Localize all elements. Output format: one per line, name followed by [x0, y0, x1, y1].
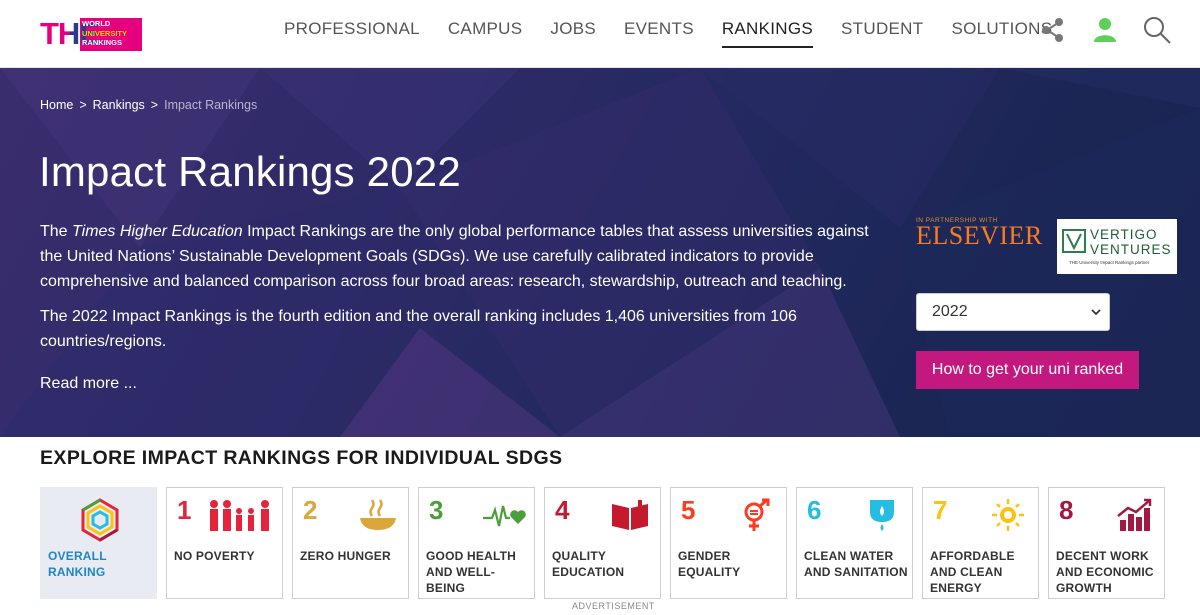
overall-ranking-icon — [81, 498, 119, 542]
tile-number: 1 — [177, 495, 192, 525]
year-select[interactable]: 2022 — [916, 293, 1110, 331]
tile-label: CLEAN WATER AND SANITATION — [804, 549, 908, 579]
hero-edition-text: The 2022 Impact Rankings is the fourth e… — [40, 308, 797, 350]
breadcrumb-separator: > — [150, 98, 159, 112]
hero-banner: Home > Rankings > Impact Rankings Impact… — [0, 68, 1200, 437]
sdg-tile-6[interactable]: 6 CLEAN WATER AND SANITATION — [796, 487, 913, 599]
main-nav: PROFESSIONAL CAMPUS JOBS EVENTS RANKINGS… — [270, 0, 1066, 68]
nav-campus[interactable]: CAMPUS — [434, 0, 537, 68]
nav-student[interactable]: STUDENT — [827, 0, 937, 68]
gender-icon — [744, 498, 770, 531]
breadcrumb: Home > Rankings > Impact Rankings — [40, 98, 257, 112]
read-more-link[interactable]: Read more ... — [40, 375, 137, 393]
tile-label: GOOD HEALTH AND WELL-BEING — [426, 549, 516, 595]
tile-number: 7 — [933, 495, 948, 525]
user-icon[interactable] — [1090, 15, 1120, 45]
heartbeat-icon — [483, 505, 526, 527]
tile-number: 8 — [1059, 495, 1074, 525]
tile-number: 2 — [303, 495, 318, 525]
breadcrumb-separator: > — [79, 98, 87, 112]
tile-label: AFFORDABLE AND CLEAN ENERGY — [930, 549, 1015, 595]
tile-label: ZERO HUNGER — [300, 549, 391, 563]
nav-rankings[interactable]: RANKINGS — [708, 0, 827, 68]
tile-label: GENDER EQUALITY — [678, 549, 741, 579]
tile-label: OVERALL RANKING — [48, 549, 107, 579]
sdg-tile-8[interactable]: 8 DECENT WORK AND ECONOMIC GROWTH — [1048, 487, 1165, 599]
elsevier-partner-logo[interactable]: In partnership with ELSEVIER — [916, 217, 1043, 257]
sdg-tile-2[interactable]: 2 ZERO HUNGER — [292, 487, 409, 599]
sdg-tile-3[interactable]: 3 GOOD HEALTH AND WELL-BEING — [418, 487, 535, 599]
advertisement-label: ADVERTISEMENT — [572, 601, 655, 611]
top-navigation: THE World University Rankings PROFESSION… — [0, 0, 1200, 68]
breadcrumb-rankings[interactable]: Rankings — [93, 98, 145, 112]
tile-number: 6 — [807, 495, 822, 525]
bowl-icon — [360, 499, 396, 530]
tile-number: 4 — [555, 495, 570, 525]
breadcrumb-home[interactable]: Home — [40, 98, 73, 112]
share-icon[interactable] — [1038, 15, 1068, 45]
logo-text: World University Rankings — [82, 19, 128, 47]
nav-events[interactable]: EVENTS — [610, 0, 708, 68]
vertigo-wordmark: VERTIGO VENTURES — [1090, 227, 1172, 257]
nav-professional[interactable]: PROFESSIONAL — [270, 0, 434, 68]
sdg-section-heading: EXPLORE IMPACT RANKINGS FOR INDIVIDUAL S… — [40, 447, 563, 469]
tile-label: NO POVERTY — [174, 549, 255, 563]
sdg-tiles: OVERALL RANKING 1 NO POVERTY 2 ZERO HUNG… — [40, 487, 1180, 602]
search-icon[interactable] — [1142, 15, 1172, 45]
vertigo-ventures-logo[interactable]: VERTIGO VENTURES THE University Impact R… — [1057, 219, 1177, 274]
the-logo[interactable]: THE World University Rankings — [40, 17, 142, 51]
book-icon — [612, 500, 648, 530]
growth-chart-icon — [1117, 498, 1152, 531]
tile-label: DECENT WORK AND ECONOMIC GROWTH — [1056, 549, 1154, 595]
hero-description: The Times Higher Education Impact Rankin… — [40, 223, 869, 290]
breadcrumb-current: Impact Rankings — [164, 98, 258, 112]
sdg-tile-7[interactable]: 7 AFFORDABLE AND CLEAN ENERGY — [922, 487, 1039, 599]
elsevier-wordmark: ELSEVIER — [916, 221, 1043, 250]
sdg-tile-overall-ranking[interactable]: OVERALL RANKING — [40, 487, 157, 599]
people-icon — [210, 500, 269, 531]
chevron-down-icon — [1091, 309, 1101, 316]
sdg-tile-1[interactable]: 1 NO POVERTY — [166, 487, 283, 599]
tile-number: 5 — [681, 495, 696, 525]
tile-label: QUALITY EDUCATION — [552, 549, 625, 579]
get-ranked-button[interactable]: How to get your uni ranked — [916, 351, 1139, 389]
nav-jobs[interactable]: JOBS — [536, 0, 610, 68]
sun-icon — [992, 499, 1024, 531]
sdg-tile-5[interactable]: 5 GENDER EQUALITY — [670, 487, 787, 599]
page-title: Impact Rankings 2022 — [39, 148, 461, 195]
vertigo-mark-icon — [1062, 229, 1086, 253]
vertigo-subtitle: THE University Impact Rankings partner — [1069, 260, 1150, 265]
year-select-value: 2022 — [932, 303, 968, 320]
sdg-tile-4[interactable]: 4 QUALITY EDUCATION — [544, 487, 661, 599]
publication-name: Times Higher Education — [72, 223, 243, 240]
tile-number: 3 — [429, 495, 444, 525]
water-drop-icon — [870, 500, 894, 531]
